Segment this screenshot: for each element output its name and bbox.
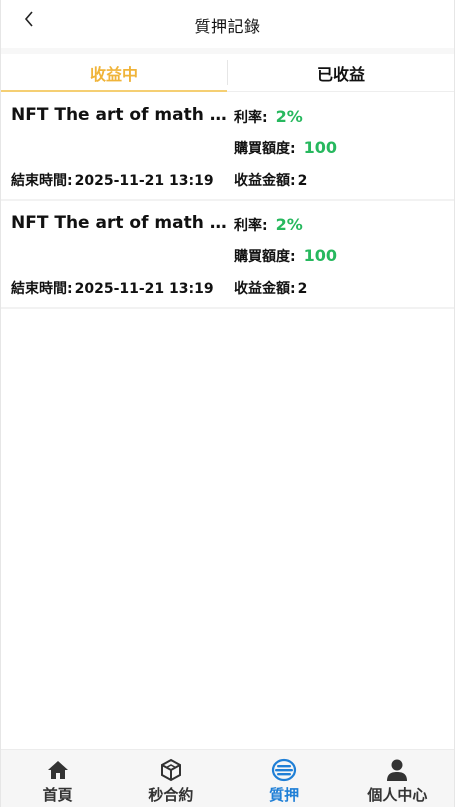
nav-contract[interactable]: 秒合約	[114, 750, 227, 807]
rate-value: 2%	[275, 215, 303, 234]
record-title: NFT The art of math rabbit	[11, 105, 233, 125]
nav-home[interactable]: 首頁	[1, 750, 114, 807]
nav-stake[interactable]: 質押	[228, 750, 341, 807]
header: 質押記錄	[1, 0, 454, 48]
nav-contract-label: 秒合約	[148, 786, 194, 804]
end-time-value: 2025-11-21 13:19	[74, 281, 214, 297]
income-value: 2	[297, 173, 308, 189]
stake-icon	[271, 758, 297, 782]
tab-earned[interactable]: 已收益	[228, 54, 454, 91]
end-time-label: 結束時間:	[11, 173, 73, 189]
rate-row: 利率: 2%	[234, 215, 303, 235]
home-icon	[45, 758, 71, 782]
end-time-row: 結束時間: 2025-11-21 13:19	[11, 278, 214, 298]
rate-label: 利率:	[234, 218, 268, 234]
end-time-label: 結束時間:	[11, 281, 73, 297]
rate-value: 2%	[275, 107, 303, 126]
income-label: 收益金額:	[234, 173, 296, 189]
record-card[interactable]: NFT The art of math rabbit 利率: 2% 購買額度: 10…	[1, 93, 454, 201]
cube-icon	[158, 758, 184, 782]
nav-home-label: 首頁	[42, 786, 73, 804]
tab-bar: 收益中 已收益	[1, 54, 454, 92]
amount-label: 購買額度:	[234, 249, 296, 265]
amount-label: 購買額度:	[234, 141, 296, 157]
record-title: NFT The art of math rabbit	[11, 213, 233, 233]
rate-label: 利率:	[234, 110, 268, 126]
nav-profile[interactable]: 個人中心	[341, 750, 454, 807]
user-icon	[384, 758, 410, 782]
income-row: 收益金額: 2	[234, 170, 307, 190]
tab-earning[interactable]: 收益中	[1, 54, 227, 92]
amount-value: 100	[303, 246, 338, 265]
amount-row: 購買額度: 100	[234, 246, 337, 266]
app-root: 質押記錄 收益中 已收益 NFT The art of math rabbit …	[0, 0, 455, 807]
record-list: NFT The art of math rabbit 利率: 2% 購買額度: 10…	[1, 93, 454, 309]
page-title: 質押記錄	[194, 17, 261, 36]
end-time-row: 結束時間: 2025-11-21 13:19	[11, 170, 214, 190]
end-time-value: 2025-11-21 13:19	[74, 173, 214, 189]
amount-value: 100	[303, 138, 338, 157]
income-value: 2	[297, 281, 308, 297]
nav-profile-label: 個人中心	[367, 786, 428, 804]
amount-row: 購買額度: 100	[234, 138, 337, 158]
bottom-nav: 首頁 秒合約 質押 個人中心	[1, 749, 454, 807]
income-label: 收益金額:	[234, 281, 296, 297]
nav-stake-label: 質押	[269, 786, 300, 804]
rate-row: 利率: 2%	[234, 107, 303, 127]
income-row: 收益金額: 2	[234, 278, 307, 298]
record-card[interactable]: NFT The art of math rabbit 利率: 2% 購買額度: 10…	[1, 201, 454, 309]
